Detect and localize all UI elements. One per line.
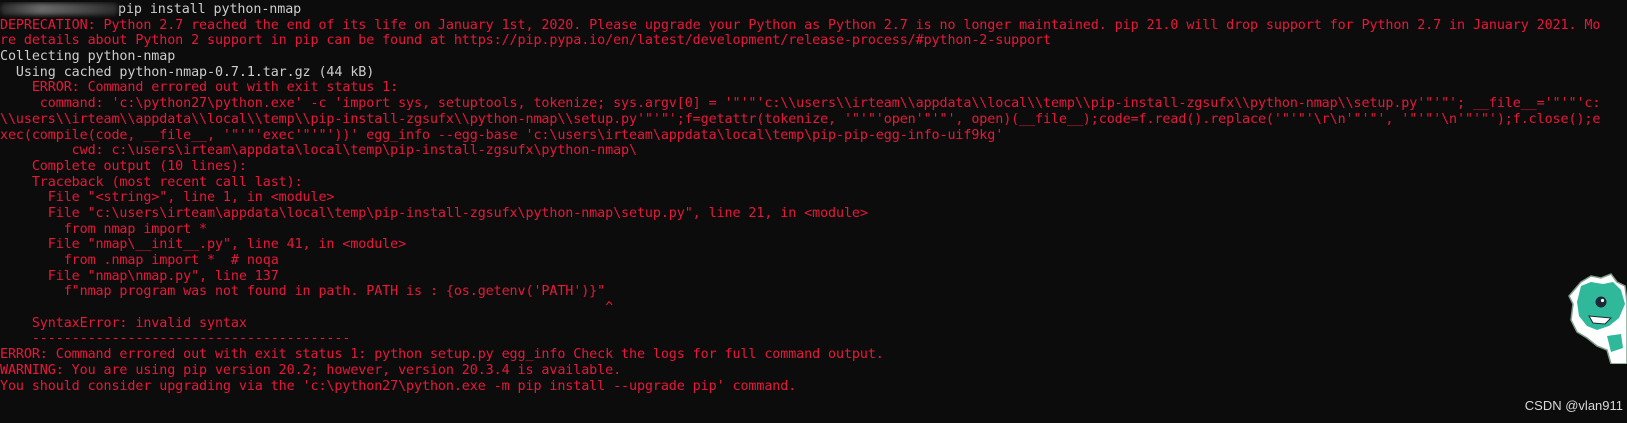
syntax-error-line: SyntaxError: invalid syntax <box>0 315 247 331</box>
traceback-code-line: f"nmap program was not found in path. PA… <box>0 284 606 300</box>
traceback-frame-line: File "nmap\nmap.py", line 137 <box>0 268 279 284</box>
deprecation-warning-line-2: re details about Python 2 support in pip… <box>0 33 1051 49</box>
traceback-line: Traceback (most recent call last): <box>0 174 303 190</box>
error-command-line-2: \\users\\irteam\\appdata\\local\\temp\\p… <box>0 111 1601 127</box>
csdn-watermark: CSDN @vlan911 <box>1524 398 1623 413</box>
error-cwd-line: cwd: c:\users\irteam\appdata\local\temp\… <box>0 143 637 159</box>
traceback-frame-line: File "nmap\__init__.py", line 41, in <mo… <box>0 237 407 253</box>
syntax-error-caret: ^ <box>0 300 614 316</box>
redacted-prompt <box>0 3 118 15</box>
final-error-line: ERROR: Command errored out with exit sta… <box>0 347 884 363</box>
traceback-frame-line: File "c:\users\irteam\appdata\local\temp… <box>0 205 868 221</box>
terminal-window[interactable]: pip install python-nmap DEPRECATION: Pyt… <box>0 0 1627 423</box>
traceback-code-line: from nmap import * <box>0 221 208 237</box>
cached-line: Using cached python-nmap-0.7.1.tar.gz (4… <box>0 64 375 80</box>
command-line: pip install python-nmap <box>0 2 1627 18</box>
pip-version-warning-line: WARNING: You are using pip version 20.2;… <box>0 362 622 378</box>
dinosaur-mascot-icon <box>1568 273 1627 364</box>
complete-output-line: Complete output (10 lines): <box>0 158 247 174</box>
error-command-line-1: command: 'c:\python27\python.exe' -c 'im… <box>0 96 1601 112</box>
error-header-line: ERROR: Command errored out with exit sta… <box>0 80 399 96</box>
traceback-code-line: from .nmap import * # noqa <box>0 253 279 268</box>
separator-line: ---------------------------------------- <box>0 331 351 347</box>
error-command-line-3: xec(compile(code, __file__, '"'"'exec'"'… <box>0 127 1004 143</box>
traceback-frame-line: File "<string>", line 1, in <module> <box>0 190 335 206</box>
command-text: pip install python-nmap <box>118 2 302 17</box>
collecting-line: Collecting python-nmap <box>0 49 176 65</box>
upgrade-suggestion-line: You should consider upgrading via the 'c… <box>0 378 797 394</box>
deprecation-warning-line-1: DEPRECATION: Python 2.7 reached the end … <box>0 17 1601 33</box>
